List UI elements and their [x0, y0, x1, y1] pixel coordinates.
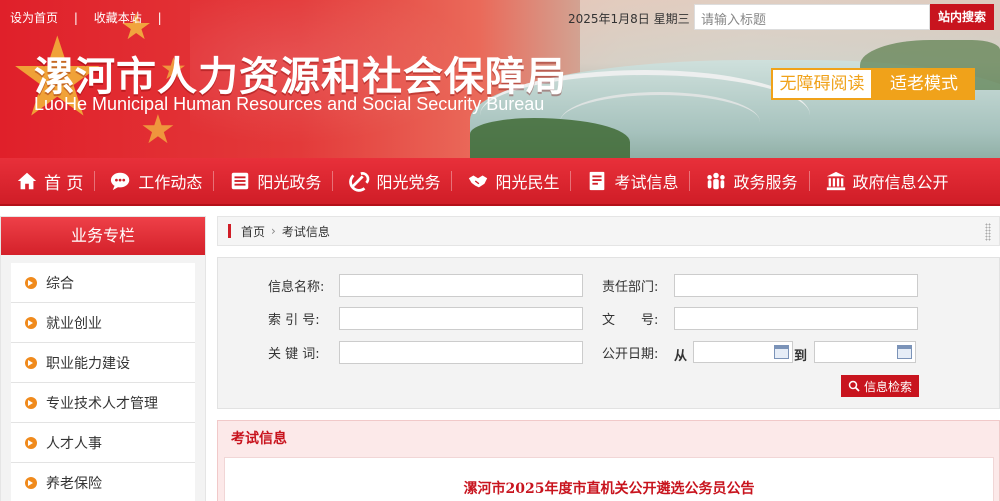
- nav-label: 阳光民生: [495, 173, 560, 192]
- nav-item-party-affairs[interactable]: 阳光党务: [332, 157, 451, 205]
- sidebar-item-pension[interactable]: 养老保险: [11, 463, 195, 501]
- bookmark-link[interactable]: 收藏本站: [94, 11, 142, 25]
- document-icon: [586, 170, 608, 192]
- chat-icon: [110, 170, 132, 192]
- date-from-input[interactable]: [693, 341, 793, 363]
- main-nav: 首 页 工作动态 阳光政务 阳光党务 阳光民生 考试信息 政务服务 政府信息公开: [0, 158, 1000, 206]
- grip-icon: [985, 223, 991, 241]
- date-from-label: 从: [674, 349, 688, 364]
- current-date: 2025年1月8日 星期三: [568, 12, 690, 26]
- top-links: 设为首页 | 收藏本站 |: [10, 9, 174, 26]
- calendar-icon[interactable]: [897, 345, 912, 359]
- building-icon: [825, 170, 847, 192]
- index-number-label: 索 引 号:: [268, 313, 320, 328]
- breadcrumb-marker: [228, 224, 231, 238]
- sidebar-item-label: 职业能力建设: [46, 355, 130, 372]
- divider: |: [157, 11, 162, 25]
- sidebar-title: 业务专栏: [1, 217, 205, 255]
- index-number-input[interactable]: [339, 307, 583, 330]
- date-to-input[interactable]: [814, 341, 916, 363]
- nav-label: 考试信息: [614, 173, 679, 192]
- keyword-input[interactable]: [339, 341, 583, 364]
- nav-label: 政务服务: [733, 173, 798, 192]
- list-icon: [229, 170, 251, 192]
- nav-item-gov-affairs[interactable]: 阳光政务: [213, 157, 332, 205]
- nav-label: 政府信息公开: [852, 173, 949, 192]
- arrow-bullet-icon: [25, 476, 37, 489]
- info-search-button[interactable]: 信息检索: [841, 375, 919, 397]
- nav-label: 首 页: [44, 173, 84, 194]
- arrow-bullet-icon: [25, 436, 37, 449]
- doc-number-input[interactable]: [674, 307, 918, 330]
- sidebar-item-label: 专业技术人才管理: [46, 395, 158, 412]
- nav-item-work-news[interactable]: 工作动态: [94, 157, 213, 205]
- party-icon: [348, 170, 370, 192]
- arrow-bullet-icon: [25, 396, 37, 409]
- sidebar-item-employment[interactable]: 就业创业: [11, 303, 195, 343]
- sidebar-item-label: 人才人事: [46, 435, 102, 452]
- sidebar-item-professionals[interactable]: 专业技术人才管理: [11, 383, 195, 423]
- sidebar-item-label: 综合: [46, 275, 74, 292]
- sidebar-item-general[interactable]: 综合: [11, 263, 195, 303]
- site-title-en: LuoHe Municipal Human Resources and Soci…: [34, 94, 545, 114]
- set-homepage-link[interactable]: 设为首页: [10, 11, 58, 25]
- home-icon: [16, 170, 38, 192]
- nav-label: 阳光党务: [376, 173, 441, 192]
- accessibility-button[interactable]: 无障碍阅读: [771, 68, 873, 100]
- search-icon: [848, 380, 860, 392]
- sidebar-item-vocational[interactable]: 职业能力建设: [11, 343, 195, 383]
- elder-mode-button[interactable]: 适老模式: [873, 68, 975, 100]
- arrow-bullet-icon: [25, 316, 37, 329]
- nav-item-livelihood[interactable]: 阳光民生: [451, 157, 570, 205]
- dept-label: 责任部门:: [602, 280, 659, 295]
- date-to-label: 到: [794, 349, 808, 364]
- site-search-input[interactable]: 请输入标题: [694, 4, 930, 30]
- breadcrumb-home[interactable]: 首页: [241, 223, 265, 240]
- exam-info-panel: 考试信息 漯河市2025年度市直机关公开遴选公务员公告: [217, 420, 1000, 501]
- dept-input[interactable]: [674, 274, 918, 297]
- info-name-label: 信息名称:: [268, 280, 325, 295]
- info-search-form: 信息名称: 责任部门: 索 引 号: 文 号: 关 键 词: 公开日期: 从 到…: [217, 257, 1000, 409]
- sidebar-item-label: 就业创业: [46, 315, 102, 332]
- star-icon: ★: [140, 107, 176, 153]
- breadcrumb-current: 考试信息: [281, 224, 330, 239]
- sidebar-item-personnel[interactable]: 人才人事: [11, 423, 195, 463]
- nav-label: 阳光政务: [257, 173, 322, 192]
- info-search-label: 信息检索: [863, 379, 912, 394]
- doc-number-label: 文 号:: [602, 313, 659, 328]
- nav-label: 工作动态: [138, 173, 203, 192]
- breadcrumb: 首页 › 考试信息: [217, 216, 1000, 246]
- people-icon: [705, 170, 727, 192]
- arrow-bullet-icon: [25, 276, 37, 289]
- chevron-right-icon: ›: [271, 224, 276, 238]
- nav-item-exam-info[interactable]: 考试信息: [570, 157, 689, 205]
- site-search-button[interactable]: 站内搜索: [930, 4, 994, 30]
- panel-title: 考试信息: [231, 431, 287, 447]
- keyword-label: 关 键 词:: [268, 347, 320, 362]
- header-banner: ★ ★ ★ ★ 设为首页 | 收藏本站 | 2025年1月8日 星期三 请输入标…: [0, 0, 1000, 158]
- publish-date-label: 公开日期:: [602, 347, 659, 362]
- sidebar-item-label: 养老保险: [46, 475, 102, 492]
- handshake-icon: [467, 170, 489, 192]
- calendar-icon[interactable]: [774, 345, 789, 359]
- arrow-bullet-icon: [25, 356, 37, 369]
- sidebar-list: 综合 就业创业 职业能力建设 专业技术人才管理 人才人事 养老保险: [1, 255, 205, 501]
- sidebar: 业务专栏 综合 就业创业 职业能力建设 专业技术人才管理 人才人事 养老保险: [0, 216, 206, 501]
- nav-item-info-disclosure[interactable]: 政府信息公开: [808, 157, 960, 205]
- info-name-input[interactable]: [339, 274, 583, 297]
- results-list: 漯河市2025年度市直机关公开遴选公务员公告: [224, 457, 994, 501]
- nav-item-home[interactable]: 首 页: [0, 157, 94, 205]
- divider: |: [73, 11, 78, 25]
- nav-item-gov-services[interactable]: 政务服务: [689, 157, 808, 205]
- list-item[interactable]: 漯河市2025年度市直机关公开遴选公务员公告: [225, 478, 993, 498]
